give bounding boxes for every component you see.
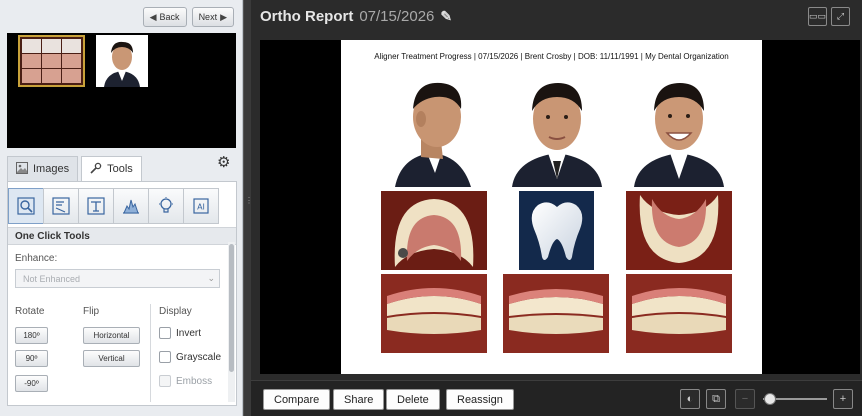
emboss-checkbox xyxy=(159,375,171,387)
profile-photo-image xyxy=(375,69,494,187)
annotate-icon[interactable] xyxy=(43,188,79,224)
invert-option[interactable]: Invert xyxy=(159,327,201,339)
report-document: Aligner Treatment Progress | 07/15/2026 … xyxy=(341,40,762,374)
tooth-logo xyxy=(519,191,594,270)
gear-icon[interactable]: ⚙ xyxy=(217,153,230,171)
profile-photo[interactable] xyxy=(375,69,494,187)
grayscale-checkbox[interactable] xyxy=(159,351,171,363)
portrait-thumbnail[interactable] xyxy=(96,35,148,87)
share-button[interactable]: Share xyxy=(333,389,385,410)
report-header-line: Aligner Treatment Progress | 07/15/2026 … xyxy=(374,52,729,61)
pencil-icon[interactable]: ✎ xyxy=(440,8,452,25)
invert-label: Invert xyxy=(176,327,202,339)
frontal-photo-image xyxy=(498,69,616,187)
chevron-down-icon: ⌄ xyxy=(207,273,215,283)
zoom-region-icon[interactable] xyxy=(8,188,44,224)
navigation-buttons: ◀ Back Next ▶ xyxy=(142,7,234,27)
tab-images-label: Images xyxy=(33,163,70,175)
chevron-left-icon: ◀ xyxy=(149,11,157,22)
report-viewer: Ortho Report 07/15/2026 ✎ ▭▭ ⤢ Aligner T… xyxy=(251,0,862,416)
chevron-right-icon: ▶ xyxy=(220,11,227,22)
wrench-icon xyxy=(90,162,102,177)
smile-photo[interactable] xyxy=(620,69,738,187)
tab-tools-label: Tools xyxy=(107,163,133,175)
grayscale-option[interactable]: Grayscale xyxy=(159,351,221,363)
frontal-photo[interactable] xyxy=(498,69,616,187)
image-icon xyxy=(16,161,28,177)
copy-icon[interactable]: ⧉ xyxy=(706,389,726,409)
report-title: Ortho Report 07/15/2026 ✎ xyxy=(260,8,452,25)
tab-tools[interactable]: Tools xyxy=(81,156,142,181)
text-tool-icon[interactable] xyxy=(78,188,114,224)
anterior-image xyxy=(503,274,609,353)
emboss-label: Emboss xyxy=(176,375,213,387)
tools-scrollbar[interactable] xyxy=(228,242,235,402)
report-thumbnail[interactable] xyxy=(18,35,85,87)
next-button[interactable]: Next ▶ xyxy=(191,7,234,27)
upper-occlusal-image xyxy=(381,191,487,270)
enhance-select: Not Enhanced ⌄ xyxy=(15,269,220,288)
ai-icon[interactable]: AI xyxy=(183,188,219,224)
lower-occlusal-photo[interactable] xyxy=(626,191,732,270)
app-window: ◀ Back Next ▶ Images Tools ⚙ AI One Clic… xyxy=(0,0,862,416)
report-date: 07/15/2026 xyxy=(359,8,435,25)
tools-scrollbar-thumb[interactable] xyxy=(229,244,234,372)
invert-checkbox[interactable] xyxy=(159,327,171,339)
flip-label: Flip xyxy=(83,306,100,317)
bottom-toolbar: Compare Share Delete Reassign ◐ ⧉ − + xyxy=(251,380,862,416)
svg-text:AI: AI xyxy=(197,203,205,212)
enhance-label: Enhance: xyxy=(15,253,58,264)
lower-occlusal-image xyxy=(626,191,732,270)
zoom-out-button[interactable]: − xyxy=(735,389,755,409)
next-label: Next xyxy=(198,12,218,22)
zoom-in-button[interactable]: + xyxy=(833,389,853,409)
right-buccal-photo[interactable] xyxy=(381,274,487,353)
emboss-option: Emboss xyxy=(159,375,212,387)
portrait-thumbnail-image xyxy=(96,35,148,87)
display-label: Display xyxy=(159,306,192,317)
delete-button[interactable]: Delete xyxy=(386,389,440,410)
upper-occlusal-photo[interactable] xyxy=(381,191,487,270)
tab-images[interactable]: Images xyxy=(7,156,79,181)
grayscale-label: Grayscale xyxy=(176,351,222,363)
back-button[interactable]: ◀ Back xyxy=(142,7,187,27)
anterior-photo[interactable] xyxy=(503,274,609,353)
reassign-button[interactable]: Reassign xyxy=(446,389,514,410)
flip-vertical-button[interactable]: Vertical xyxy=(83,350,140,367)
zoom-slider-knob[interactable] xyxy=(764,393,777,405)
tool-icon-bar: AI xyxy=(8,188,236,226)
compare-button[interactable]: Compare xyxy=(263,389,331,410)
left-buccal-photo[interactable] xyxy=(626,274,732,353)
histogram-icon[interactable] xyxy=(113,188,149,224)
split-view-icon[interactable]: ▭▭ xyxy=(808,7,827,26)
zoom-slider[interactable] xyxy=(763,393,827,405)
rotate-180-button[interactable]: 180º xyxy=(15,327,48,344)
right-buccal-image xyxy=(381,274,487,353)
tooth-icon xyxy=(531,201,582,260)
back-label: Back xyxy=(159,12,180,22)
rotate-minus-90-button[interactable]: -90º xyxy=(15,375,48,392)
tools-panel: AI One Click Tools Enhance: Not Enhanced… xyxy=(7,181,237,406)
one-click-tools-header: One Click Tools xyxy=(8,227,236,245)
report-canvas: Aligner Treatment Progress | 07/15/2026 … xyxy=(260,40,860,374)
contrast-icon[interactable]: ◐ xyxy=(680,389,700,409)
smile-photo-image xyxy=(620,69,738,187)
tools-divider xyxy=(150,304,151,402)
report-title-text: Ortho Report xyxy=(260,8,354,25)
flip-horizontal-button[interactable]: Horizontal xyxy=(83,327,140,344)
rotate-90-button[interactable]: 90º xyxy=(15,350,48,367)
report-thumbnail-grid xyxy=(22,39,81,83)
expand-icon[interactable]: ⤢ xyxy=(831,7,850,26)
left-buccal-image xyxy=(626,274,732,353)
enhance-select-value: Not Enhanced xyxy=(23,274,81,284)
left-panel: ◀ Back Next ▶ Images Tools ⚙ AI One Clic… xyxy=(0,0,243,416)
panel-splitter[interactable]: ⋮ xyxy=(243,0,253,416)
thumbnail-strip xyxy=(7,33,236,148)
light-bulb-icon[interactable] xyxy=(148,188,184,224)
panel-tabs: Images Tools xyxy=(7,156,142,181)
rotate-label: Rotate xyxy=(15,306,45,317)
